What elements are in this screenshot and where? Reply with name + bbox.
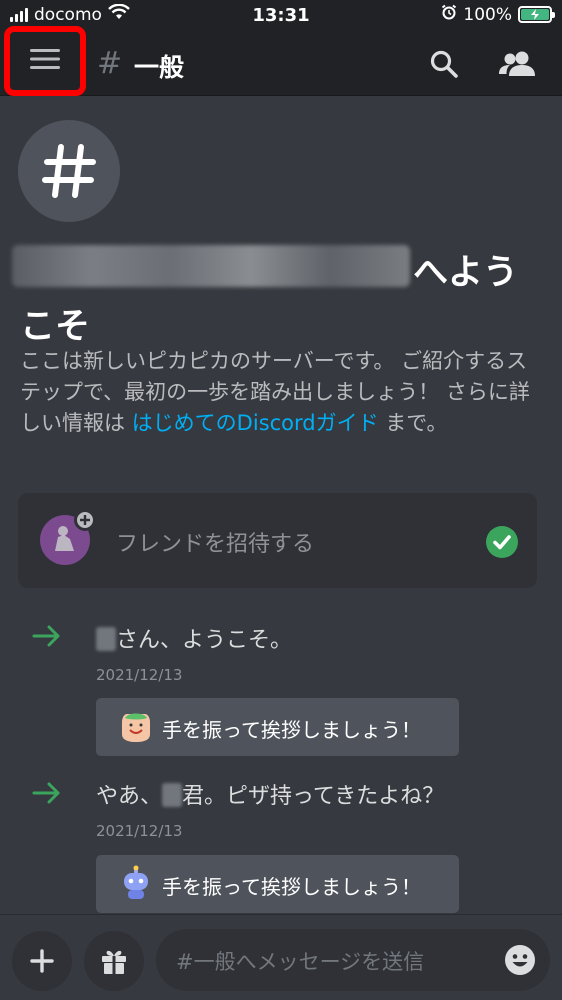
search-icon[interactable] [428,48,460,84]
add-friend-icon [74,509,96,531]
discord-guide-link[interactable]: はじめてのDiscordガイド [132,411,379,435]
invite-friends-card[interactable]: フレンドを招待する [18,493,537,588]
battery-icon [518,6,555,23]
arrow-right-icon [32,781,62,809]
emoji-icon[interactable] [504,944,536,980]
wave-button-label: 手を振って挨拶しましょう！ [162,875,421,899]
arrow-right-icon [32,624,62,652]
wave-sticker-icon [118,865,154,905]
hamburger-menu-button[interactable] [4,26,86,96]
wave-sticker-icon [118,708,154,748]
hamburger-menu-icon [29,48,61,74]
wave-button[interactable]: 手を振って挨拶しましょう！ [96,855,459,913]
join-message: さん、ようこそ。 [96,622,292,654]
channel-header: # 一般 [0,26,562,96]
battery-percent: 100% [463,4,512,25]
join-message: やあ、 君。ピザ持ってきたよね？ [96,783,445,809]
channel-hash-icon: # [97,46,123,81]
message-placeholder: #一般へメッセージを送信 [176,950,425,974]
message-input[interactable]: #一般へメッセージを送信 [156,929,550,991]
wave-button-label: 手を振って挨拶しましょう！ [162,718,421,742]
add-attachment-button[interactable] [12,931,72,991]
message-date: 2021/12/13 [96,666,183,684]
username-blurred [162,783,183,807]
gift-icon [102,950,126,974]
plus-icon [30,949,54,973]
server-name-blurred [12,245,410,287]
welcome-title: へよう [413,253,519,293]
welcome-title-line2: こそ [20,307,91,347]
gift-button[interactable] [84,931,144,991]
alarm-icon [441,4,457,25]
channel-title: 一般 [134,53,185,82]
wave-button[interactable]: 手を振って挨拶しましょう！ [96,698,459,756]
status-bar: docomo 13:31 100% [0,0,562,32]
welcome-description: ここは新しいピカピカのサーバーです。 ご紹介するステップで、最初の一歩を踏み出し… [20,349,530,435]
composer-bar: #一般へメッセージを送信 [0,914,562,1000]
channel-icon [18,120,120,222]
check-icon [486,526,518,558]
username-blurred [96,627,116,651]
members-icon[interactable] [497,48,537,84]
invite-label: フレンドを招待する [116,532,315,557]
hash-icon [42,144,96,198]
message-date: 2021/12/13 [96,822,183,840]
